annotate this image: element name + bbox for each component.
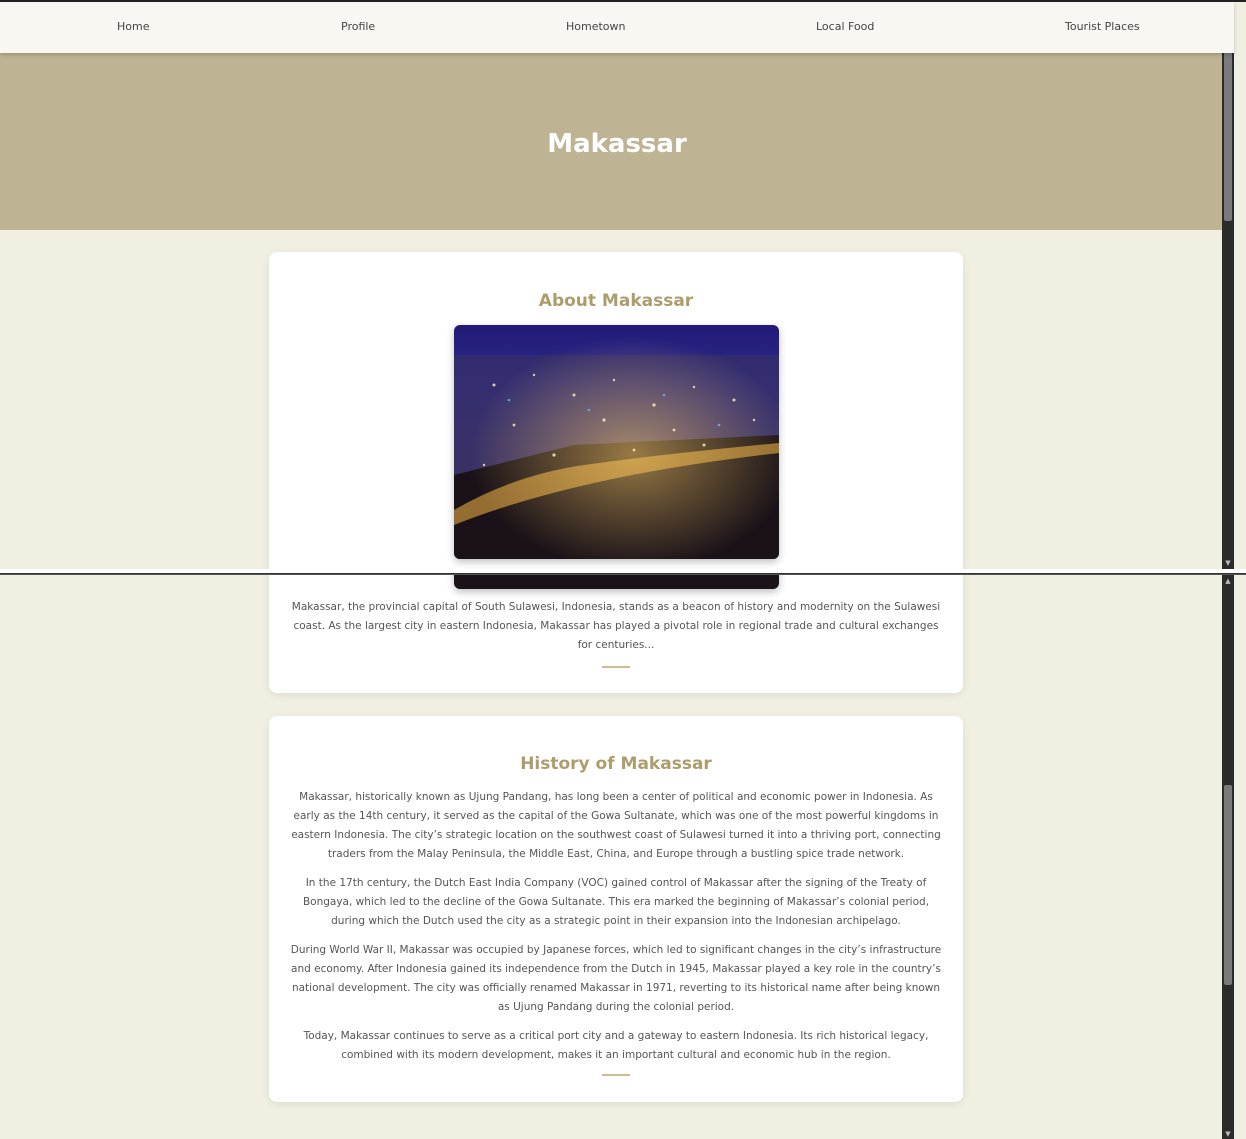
navbar: Home Profile Hometown Local Food Tourist…	[0, 2, 1234, 53]
history-card: History of Makassar Makassar, historical…	[269, 716, 963, 1102]
divider-rule	[602, 1074, 630, 1076]
scroll-up-icon[interactable]: ▲	[1222, 575, 1234, 587]
screenshot-top: Home Profile Hometown Local Food Tourist…	[0, 0, 1246, 569]
nav-tourist-places[interactable]: Tourist Places	[1065, 20, 1140, 33]
about-title: About Makassar	[538, 291, 694, 311]
nav-home[interactable]: Home	[117, 20, 149, 33]
history-title: History of Makassar	[520, 754, 712, 774]
nav-hometown[interactable]: Hometown	[566, 20, 626, 33]
about-paragraph: Makassar, the provincial capital of Sout…	[291, 601, 941, 651]
history-paragraph-1: Makassar, historically known as Ujung Pa…	[291, 791, 941, 860]
divider-rule	[602, 666, 630, 668]
scrollbar-thumb[interactable]	[1224, 785, 1232, 985]
page-viewport: Home Profile Hometown Local Food Tourist…	[0, 2, 1234, 569]
nav-local-food[interactable]: Local Food	[816, 20, 874, 33]
history-paragraph-4: Today, Makassar continues to serve as a …	[303, 1030, 929, 1061]
scrollbar-vertical[interactable]: ▲ ▼	[1222, 575, 1234, 1139]
history-paragraph-2: In the 17th century, the Dutch East Indi…	[302, 877, 930, 927]
nav-profile[interactable]: Profile	[341, 20, 375, 33]
screenshot-bottom: Makassar, the provincial capital of Sout…	[0, 574, 1246, 1139]
history-paragraph-3: During World War II, Makassar was occupi…	[290, 944, 942, 1013]
about-card-continued: Makassar, the provincial capital of Sout…	[269, 575, 963, 693]
page-viewport-scrolled: Makassar, the provincial capital of Sout…	[0, 575, 1234, 1139]
city-photo-graphic	[454, 325, 779, 559]
hero-banner: Makassar	[0, 53, 1234, 230]
scroll-down-icon[interactable]: ▼	[1222, 557, 1234, 569]
history-text: Makassar, historically known as Ujung Pa…	[289, 788, 943, 1075]
about-card: About Makassar	[269, 252, 963, 569]
scrollbar-vertical[interactable]: ▲ ▼	[1222, 2, 1234, 569]
scroll-down-icon[interactable]: ▼	[1222, 1128, 1234, 1139]
city-photo-bottom-edge	[454, 575, 779, 589]
city-night-aerial-photo	[454, 325, 779, 559]
page-title: Makassar	[547, 129, 687, 159]
about-text: Makassar, the provincial capital of Sout…	[289, 598, 943, 665]
